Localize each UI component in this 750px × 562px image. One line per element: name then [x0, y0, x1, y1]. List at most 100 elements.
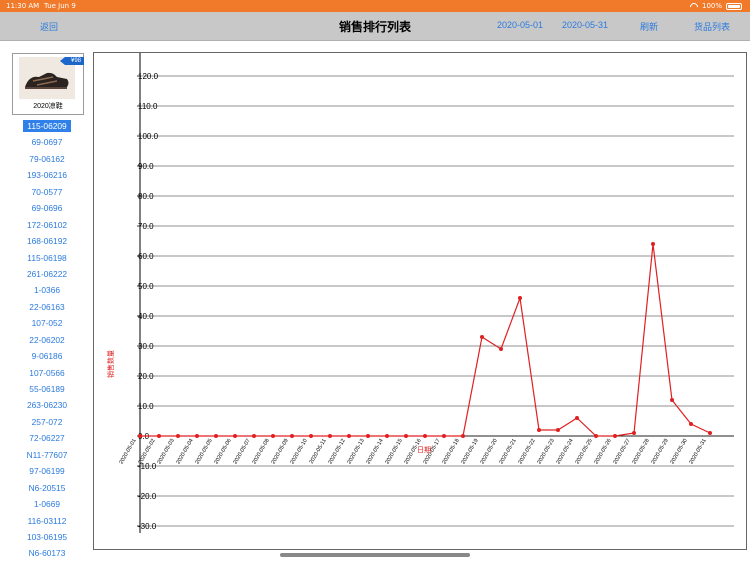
product-name: 2020凉鞋 [33, 103, 63, 110]
list-item[interactable]: 79-06162 [8, 151, 86, 167]
list-item-label: 55-06189 [29, 384, 65, 394]
data-point [575, 416, 579, 420]
start-date-button[interactable]: 2020-05-01 [497, 20, 543, 30]
list-item[interactable]: 69-0696 [8, 200, 86, 216]
list-item[interactable]: 22-06202 [8, 332, 86, 348]
navigation-bar: 返回 销售排行列表 2020-05-01 2020-05-31 刷新 货品列表 [0, 12, 750, 41]
list-item[interactable]: 97-06199 [8, 463, 86, 479]
x-tick-label: 2020-05-08 [251, 438, 270, 465]
battery-icon [726, 2, 742, 10]
refresh-button[interactable]: 刷新 [640, 20, 658, 33]
list-item-label: 22-06202 [29, 334, 65, 345]
data-point [461, 434, 465, 438]
data-point [442, 434, 446, 438]
data-point [670, 398, 674, 402]
x-tick-label: 2020-05-04 [175, 438, 194, 465]
x-tick-label: 2020-05-05 [194, 438, 213, 465]
scroll-indicator[interactable] [280, 553, 470, 557]
list-item-label: 1-0669 [33, 499, 61, 510]
list-item[interactable]: N6-60173 [8, 545, 86, 561]
list-item[interactable]: 70-0577 [8, 184, 86, 200]
y-tick-label: 100.0 [138, 132, 159, 141]
data-point [347, 434, 351, 438]
list-item-label: 107-052 [31, 318, 63, 329]
list-item-label: 72-06227 [29, 433, 65, 444]
data-point [271, 434, 275, 438]
list-item-label: 172-06102 [26, 219, 68, 230]
list-item[interactable]: 168-06192 [8, 233, 86, 249]
list-item-label: 257-072 [31, 416, 63, 427]
x-tick-label: 2020-05-21 [498, 438, 517, 465]
x-tick-label: 2020-05-01 [118, 438, 137, 465]
data-point [651, 242, 655, 246]
x-tick-label: 2020-05-28 [631, 438, 650, 465]
x-tick-label: 2020-05-06 [213, 438, 232, 465]
x-tick-label: 2020-05-19 [460, 438, 479, 465]
data-point [518, 296, 522, 300]
list-item-label: N6-60173 [28, 548, 66, 559]
list-item[interactable]: 257-072 [8, 414, 86, 430]
list-item[interactable]: 72-06227 [8, 430, 86, 446]
status-bar: 11:30 AM Tue Jun 9 100% [0, 0, 750, 12]
x-tick-label: 2020-05-25 [574, 438, 593, 465]
list-item-label: 107-0566 [29, 367, 65, 378]
back-button[interactable]: 返回 [40, 20, 58, 33]
data-point [385, 434, 389, 438]
list-item[interactable]: 116-03112 [8, 513, 86, 529]
list-item[interactable]: 9-06186 [8, 348, 86, 364]
x-tick-label: 2020-05-31 [688, 438, 707, 465]
sidebar: ¥98 2020凉鞋 115-06209 69-0697 79-06162 193-0… [8, 50, 86, 562]
status-date: Tue Jun 9 [44, 2, 76, 10]
list-item[interactable]: 1-0669 [8, 496, 86, 512]
list-item[interactable]: 115-06209 [8, 118, 86, 134]
list-item-label: 115-06198 [27, 252, 67, 263]
data-point [632, 431, 636, 435]
list-item[interactable]: 107-0566 [8, 365, 86, 381]
x-tick-label: 2020-05-23 [536, 438, 555, 465]
list-item-label: 263-06230 [26, 400, 68, 411]
list-item[interactable]: 193-06216 [8, 167, 86, 183]
chart-frame: 120.0 110.0 100.0 90.0 80.0 70.0 60.0 50.0 40.0 3… [93, 52, 747, 550]
list-item[interactable]: 22-06163 [8, 299, 86, 315]
series-line [140, 243, 711, 437]
list-item[interactable]: 172-06102 [8, 217, 86, 233]
x-tick-label: 2020-05-11 [309, 438, 328, 465]
end-date-button[interactable]: 2020-05-31 [562, 20, 608, 30]
data-point [689, 422, 693, 426]
list-item[interactable]: 107-052 [8, 315, 86, 331]
x-tick-label: 2020-05-29 [650, 438, 669, 465]
list-item-label: 69-0696 [31, 203, 63, 214]
x-tick-label: 2020-05-13 [346, 438, 365, 465]
list-item[interactable]: N6-20515 [8, 480, 86, 496]
list-item[interactable]: 55-06189 [8, 381, 86, 397]
x-tick-label: 2020-05-30 [669, 438, 688, 465]
data-point [233, 434, 237, 438]
list-item[interactable]: N11-77607 [8, 447, 86, 463]
data-point [157, 434, 161, 438]
list-item[interactable]: 103-06195 [8, 529, 86, 545]
list-item[interactable]: 261-06222 [8, 266, 86, 282]
list-item-label: 193-06216 [26, 170, 68, 181]
y-tick-label: -20.0 [138, 492, 157, 501]
x-tick-label: 2020-05-12 [327, 438, 346, 465]
x-tick-label: 2020-05-09 [270, 438, 289, 465]
x-tick-label: 2020-05-10 [289, 438, 308, 465]
status-time: 11:30 AM [6, 2, 40, 10]
data-point [594, 434, 598, 438]
list-item[interactable]: 69-0697 [8, 134, 86, 150]
data-point [328, 434, 332, 438]
list-item-label: 103-06195 [26, 531, 68, 542]
goods-list-button[interactable]: 货品列表 [694, 20, 730, 33]
sandal-icon [25, 72, 69, 89]
product-card[interactable]: ¥98 2020凉鞋 [12, 53, 84, 115]
list-item-label: 115-06209 [23, 120, 71, 132]
data-point [613, 434, 617, 438]
list-item[interactable]: 263-06230 [8, 397, 86, 413]
list-item-label: 79-06162 [29, 153, 65, 164]
list-item[interactable]: 115-06198 [8, 250, 86, 266]
list-item-label: 261-06222 [26, 268, 68, 279]
data-point [404, 434, 408, 438]
data-point [537, 428, 541, 432]
x-tick-label: 2020-05-20 [479, 438, 498, 465]
list-item[interactable]: 1-0366 [8, 282, 86, 298]
